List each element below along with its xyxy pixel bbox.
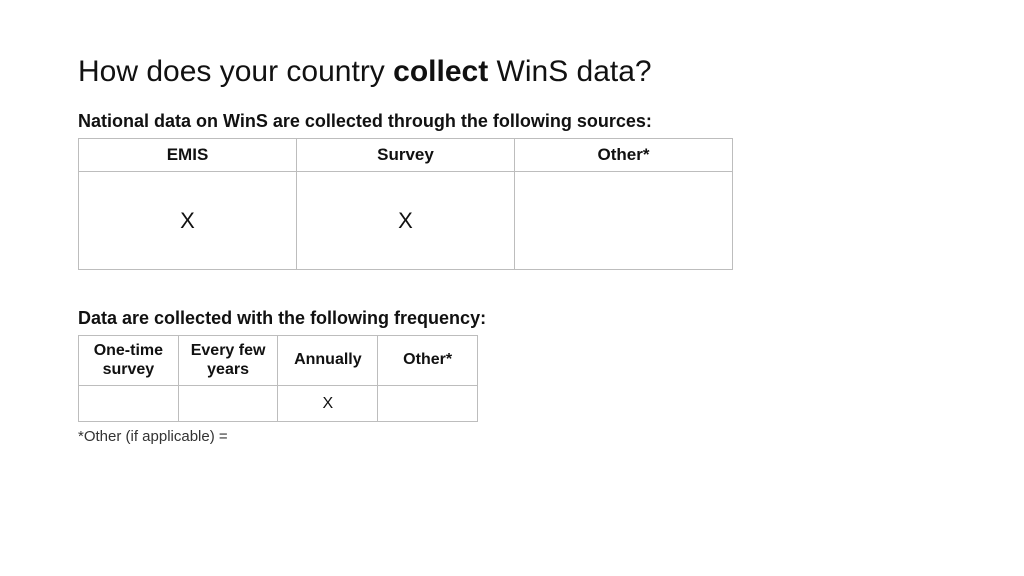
sources-header-other: Other*	[515, 139, 733, 172]
freq-header-fewyears: Every few years	[178, 336, 278, 386]
slide: How does your country collect WinS data?…	[0, 0, 1024, 576]
freq-cell-fewyears	[178, 386, 278, 422]
freq-header-onetime: One-time survey	[79, 336, 179, 386]
slide-title: How does your country collect WinS data?	[78, 55, 946, 89]
sources-cell-other	[515, 172, 733, 270]
table-row: X	[79, 386, 478, 422]
frequency-label: Data are collected with the following fr…	[78, 308, 946, 329]
freq-cell-annually: X	[278, 386, 378, 422]
freq-header-other: Other*	[378, 336, 478, 386]
freq-cell-other	[378, 386, 478, 422]
footnote: *Other (if applicable) =	[78, 428, 946, 445]
sources-header-survey: Survey	[297, 139, 515, 172]
table-header-row: One-time survey Every few years Annually…	[79, 336, 478, 386]
freq-header-annually: Annually	[278, 336, 378, 386]
title-suffix: WinS data?	[488, 55, 651, 88]
frequency-table: One-time survey Every few years Annually…	[78, 335, 478, 422]
title-bold: collect	[393, 55, 488, 88]
table-header-row: EMIS Survey Other*	[79, 139, 733, 172]
table-row: X X	[79, 172, 733, 270]
sources-label: National data on WinS are collected thro…	[78, 111, 946, 132]
freq-cell-onetime	[79, 386, 179, 422]
sources-header-emis: EMIS	[79, 139, 297, 172]
sources-cell-emis: X	[79, 172, 297, 270]
sources-table: EMIS Survey Other* X X	[78, 138, 733, 270]
sources-cell-survey: X	[297, 172, 515, 270]
title-prefix: How does your country	[78, 55, 393, 88]
